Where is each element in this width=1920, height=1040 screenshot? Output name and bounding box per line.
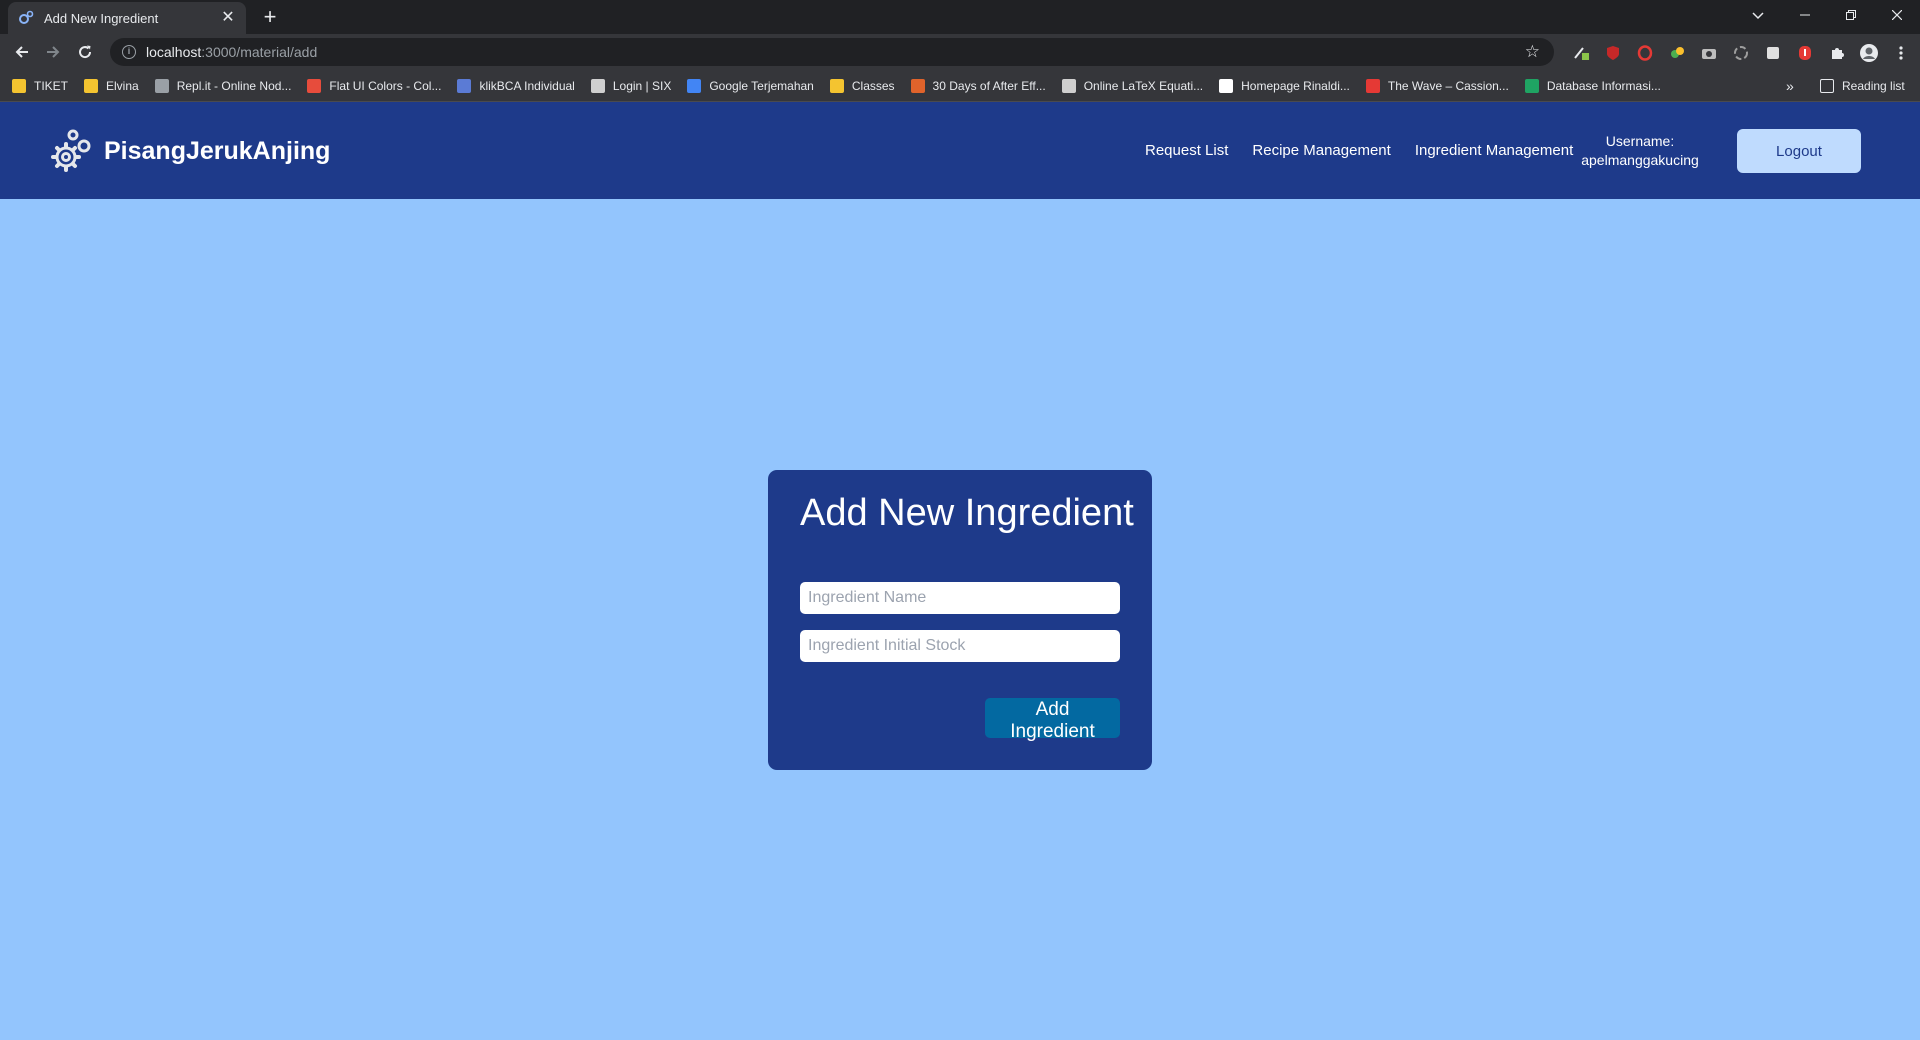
extensions-puzzle-icon[interactable] xyxy=(1826,42,1848,64)
forward-arrow-icon[interactable] xyxy=(41,40,65,64)
bookmark-item[interactable]: Elvina xyxy=(84,79,139,93)
address-bar[interactable]: i localhost:3000/material/add ☆ xyxy=(110,38,1554,66)
bookmark-item[interactable]: Google Terjemahan xyxy=(687,79,814,93)
add-ingredient-card: Add New Ingredient Add Ingredient xyxy=(768,470,1152,770)
folder-icon xyxy=(12,79,26,93)
bookmark-item[interactable]: TIKET xyxy=(12,79,68,93)
extension-pen-icon[interactable] xyxy=(1570,42,1592,64)
browser-tab[interactable]: Add New Ingredient ✕ xyxy=(8,2,246,34)
restore-icon[interactable] xyxy=(1828,0,1874,30)
bookmark-item[interactable]: klikBCA Individual xyxy=(457,79,575,93)
bookmark-label: Login | SIX xyxy=(612,79,672,93)
bookmark-label: 30 Days of After Eff... xyxy=(932,79,1046,93)
nav-request-list[interactable]: Request List xyxy=(1145,142,1228,159)
translate-icon xyxy=(687,79,702,93)
bookmark-label: Elvina xyxy=(106,79,139,93)
bca-icon xyxy=(457,79,472,93)
flatui-icon xyxy=(307,79,322,93)
reading-list-icon xyxy=(1820,79,1834,93)
ingredient-name-input[interactable] xyxy=(800,582,1120,614)
classroom-icon xyxy=(829,79,844,93)
site-info-icon[interactable]: i xyxy=(122,45,136,59)
browser-tabstrip: Add New Ingredient ✕ + xyxy=(0,0,1920,34)
bookmark-item[interactable]: Repl.it - Online Nod... xyxy=(154,79,292,93)
bookmark-label: Google Terjemahan xyxy=(709,79,814,93)
tab-title: Add New Ingredient xyxy=(44,10,159,26)
app-navbar: PisangJerukAnjing Request List Recipe Ma… xyxy=(0,102,1920,199)
new-tab-button[interactable]: + xyxy=(258,6,282,28)
form-title: Add New Ingredient xyxy=(800,492,1134,534)
bookmark-label: Database Informasi... xyxy=(1546,79,1661,93)
gear-icon xyxy=(1061,79,1076,93)
nav-links: Request List Recipe Management Ingredien… xyxy=(1145,102,1597,199)
opera-icon[interactable] xyxy=(1634,42,1656,64)
bookmarks-overflow-icon[interactable]: » xyxy=(1786,78,1794,94)
sheets-icon xyxy=(1524,79,1539,93)
ingredient-stock-input[interactable] xyxy=(800,630,1120,662)
folder-icon xyxy=(84,79,99,93)
nav-recipe-management[interactable]: Recipe Management xyxy=(1252,142,1390,159)
bookmark-item[interactable]: The Wave – Cassion... xyxy=(1365,79,1509,93)
username-label: Username: xyxy=(1605,133,1675,149)
profile-avatar-icon[interactable] xyxy=(1858,42,1880,64)
brand-name: PisangJerukAnjing xyxy=(104,136,331,165)
window-controls xyxy=(1782,0,1920,30)
tab-search-icon[interactable] xyxy=(1748,6,1768,26)
back-arrow-icon[interactable] xyxy=(10,40,34,64)
bookmark-label: Flat UI Colors - Col... xyxy=(329,79,442,93)
reading-list-label: Reading list xyxy=(1842,79,1905,93)
browser-menu-icon[interactable] xyxy=(1890,42,1912,64)
bookmark-item[interactable]: 30 Days of After Eff... xyxy=(910,79,1046,93)
bookmark-item[interactable]: Homepage Rinaldi... xyxy=(1219,79,1350,93)
add-ingredient-button[interactable]: Add Ingredient xyxy=(985,698,1120,742)
username-value: apelmanggakucing xyxy=(1581,152,1699,168)
bookmark-label: The Wave – Cassion... xyxy=(1387,79,1509,93)
bookmark-item[interactable]: Login | SIX xyxy=(590,79,672,93)
extensions-area xyxy=(1570,42,1912,64)
minimize-icon[interactable] xyxy=(1782,0,1828,30)
github-icon xyxy=(1219,79,1234,93)
bookmarks-list: TIKET Elvina Repl.it - Online Nod... Flat U… xyxy=(12,70,1677,102)
ublock-icon[interactable] xyxy=(1602,42,1624,64)
camera-icon[interactable] xyxy=(1698,42,1720,64)
brand[interactable]: PisangJerukAnjing xyxy=(48,126,330,176)
logout-button[interactable]: Logout xyxy=(1737,129,1861,173)
extension-square-icon[interactable] xyxy=(1762,42,1784,64)
bookmarks-bar: TIKET Elvina Repl.it - Online Nod... Flat U… xyxy=(0,70,1920,102)
bookmark-label: Homepage Rinaldi... xyxy=(1241,79,1350,93)
browser-toolbar: i localhost:3000/material/add ☆ xyxy=(0,34,1920,70)
app-favicon-icon xyxy=(18,10,34,26)
nav-ingredient-management[interactable]: Ingredient Management xyxy=(1415,142,1573,159)
url-host: localhost xyxy=(146,44,202,60)
bookmark-label: TIKET xyxy=(34,79,69,93)
bookmark-item[interactable]: Online LaTeX Equati... xyxy=(1061,79,1204,93)
replit-icon xyxy=(154,79,169,93)
bookmark-label: Classes xyxy=(851,79,895,93)
bookmark-item[interactable]: Flat UI Colors - Col... xyxy=(307,79,441,93)
reading-list-button[interactable]: Reading list xyxy=(1820,70,1905,102)
extension-leaf-icon[interactable] xyxy=(1666,42,1688,64)
tab-close-icon[interactable]: ✕ xyxy=(220,10,236,26)
bookmark-label: klikBCA Individual xyxy=(479,79,575,93)
bookmark-label: Repl.it - Online Nod... xyxy=(176,79,292,93)
close-window-icon[interactable] xyxy=(1874,0,1920,30)
user-info: Username: apelmanggakucing xyxy=(1570,132,1710,170)
chart-icon xyxy=(910,79,925,93)
bookmark-label: Online LaTeX Equati... xyxy=(1083,79,1204,93)
extension-circle-icon[interactable] xyxy=(1730,42,1752,64)
bookmark-star-icon[interactable]: ☆ xyxy=(1525,43,1540,61)
reload-icon[interactable] xyxy=(73,40,97,64)
bookmark-item[interactable]: Classes xyxy=(829,79,895,93)
wave-icon xyxy=(1365,79,1380,93)
bookmark-item[interactable]: Database Informasi... xyxy=(1524,79,1661,93)
extension-red-icon[interactable] xyxy=(1794,42,1816,64)
gears-logo-icon xyxy=(51,129,91,172)
six-icon xyxy=(590,79,605,93)
url-path: :3000/material/add xyxy=(201,44,318,60)
